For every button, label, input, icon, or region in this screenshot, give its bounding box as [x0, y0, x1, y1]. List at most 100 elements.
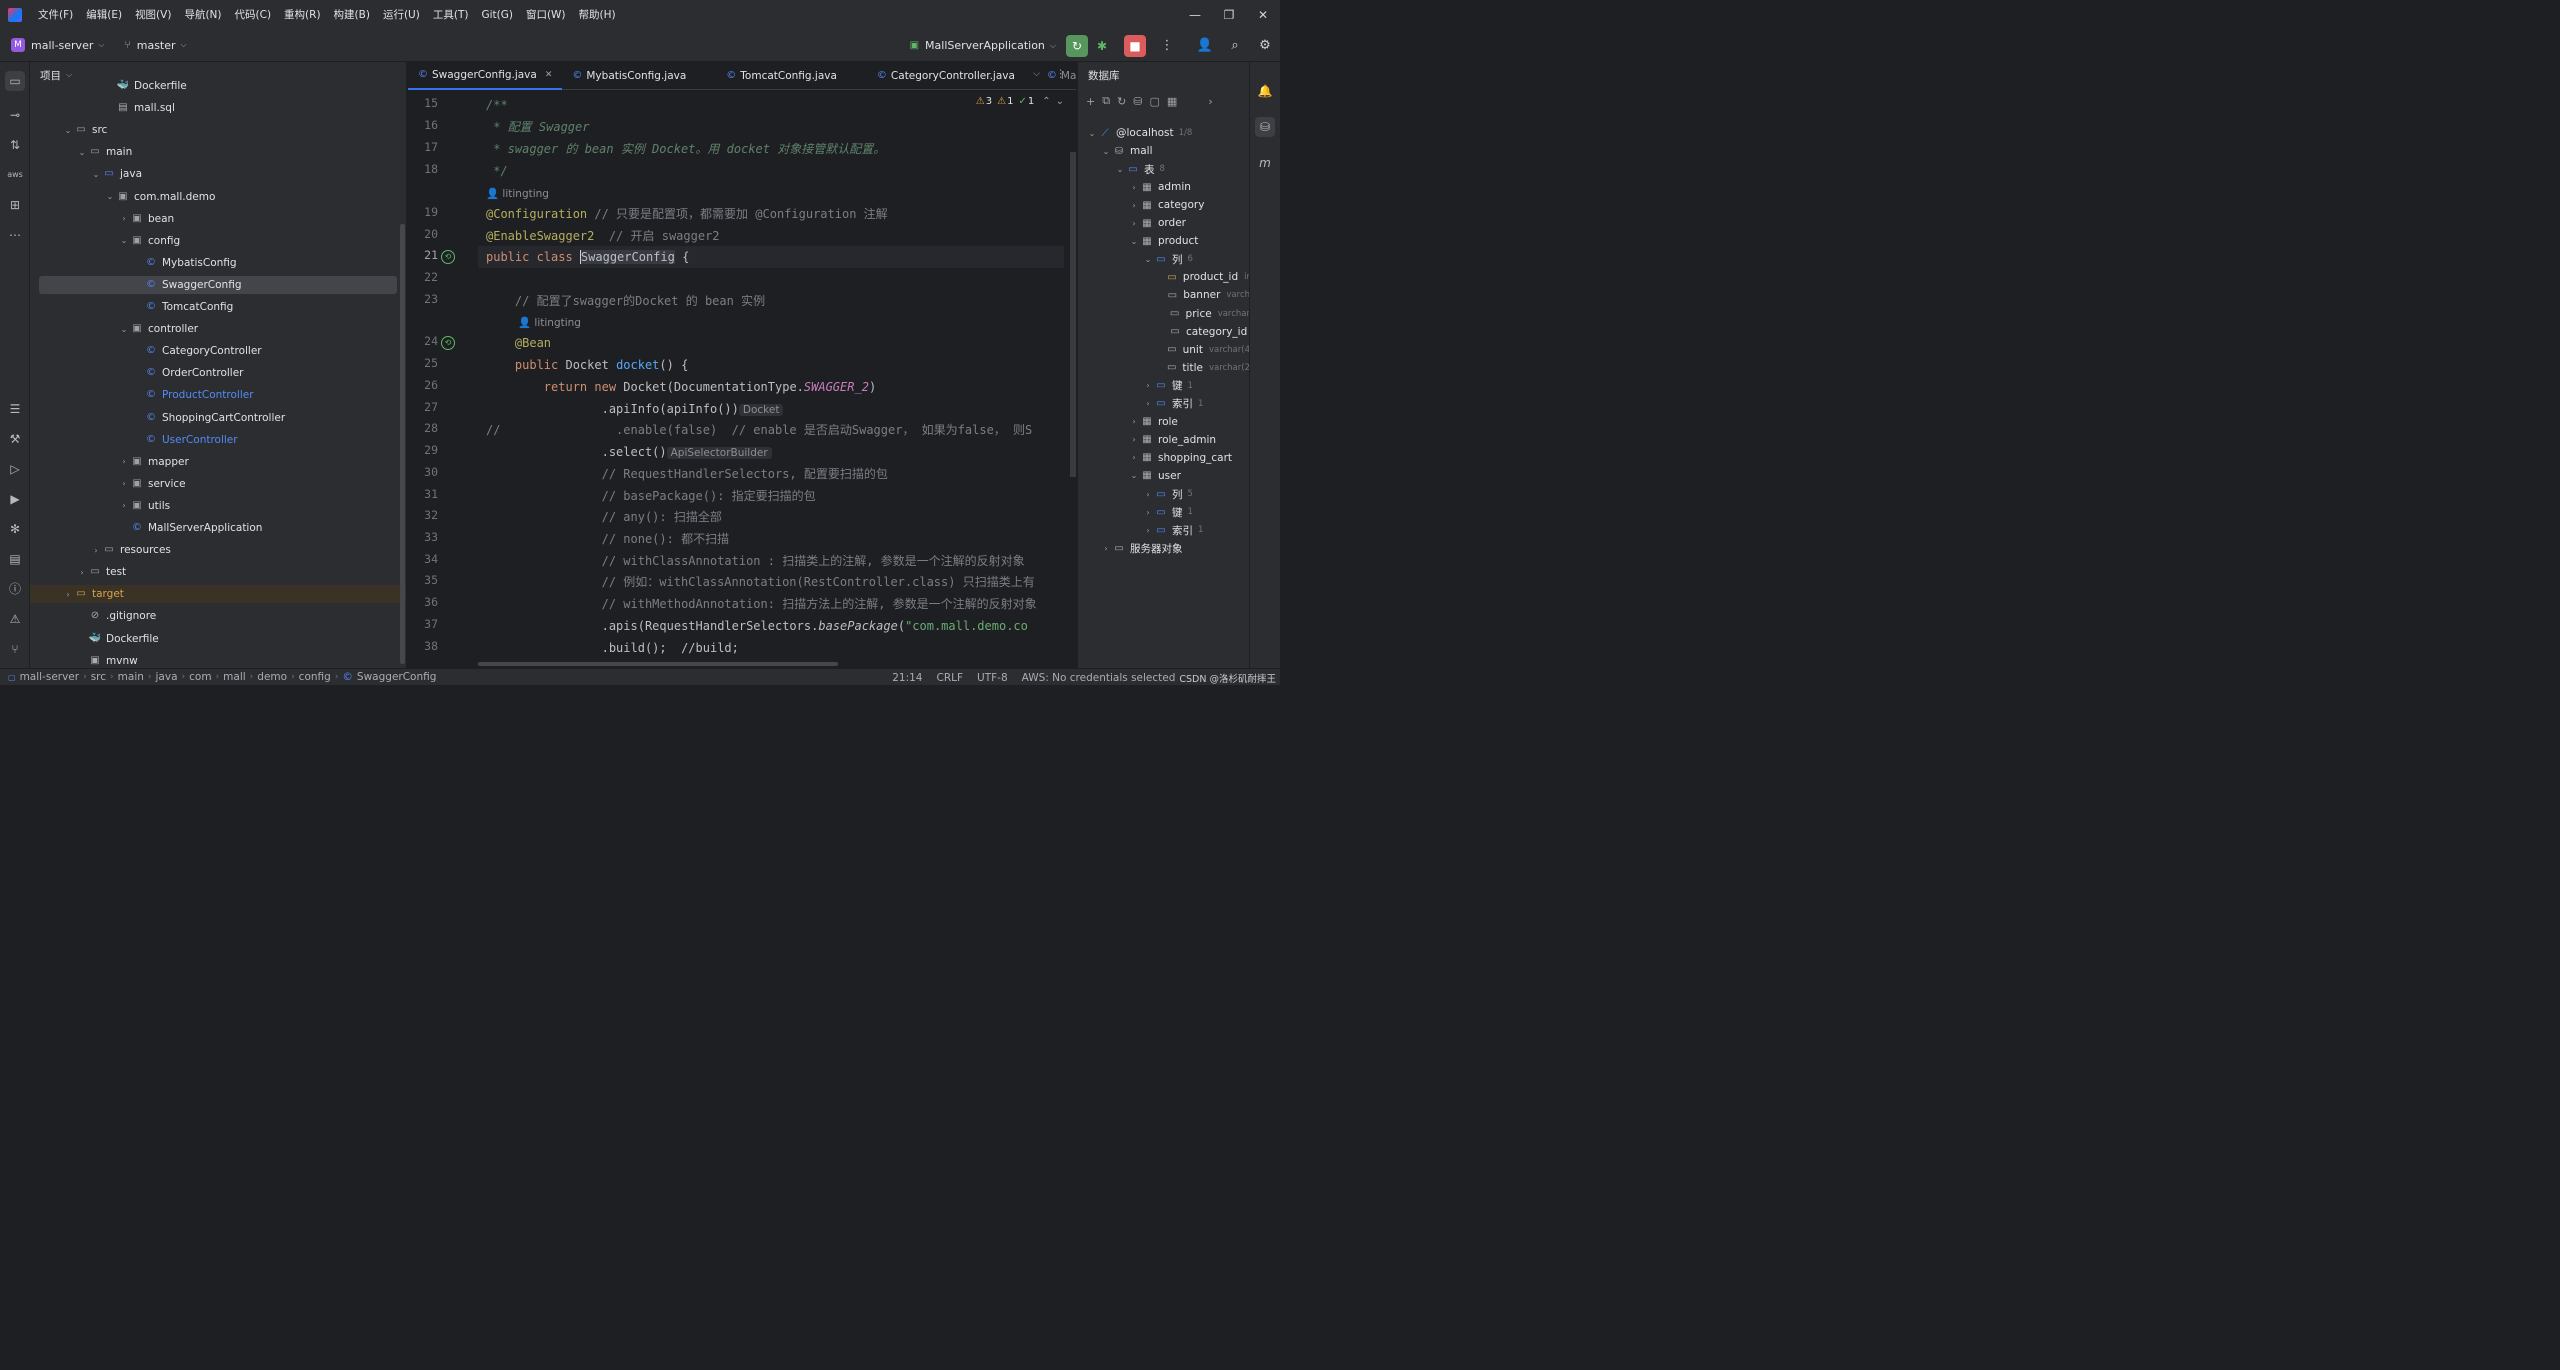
chevron-right-icon[interactable]: › [1142, 526, 1154, 535]
more-icon[interactable]: ⋮ [1152, 38, 1182, 53]
search-icon[interactable]: ⌕ [1220, 38, 1250, 53]
caret-position[interactable]: 21:14 [892, 672, 922, 684]
chevron-right-icon[interactable]: › [1142, 508, 1154, 517]
chevron-right-icon[interactable]: › [1128, 453, 1140, 462]
maven-icon[interactable]: m [1255, 153, 1275, 173]
add-user-icon[interactable]: 👤 [1190, 38, 1220, 53]
chevron-right-icon[interactable]: › [62, 590, 74, 599]
chevron-right-icon[interactable]: › [1128, 219, 1140, 228]
project-scrollbar[interactable] [400, 224, 405, 664]
menu-tools[interactable]: 工具(T) [433, 7, 469, 22]
tree-row-resources[interactable]: › ▭ resources [30, 541, 406, 559]
db-row-unit[interactable]: ▭ unit varchar(4 [1078, 341, 1249, 359]
run-config-selector[interactable]: MallServerApplication [925, 39, 1045, 52]
chevron-down-icon[interactable]: ⌄ [1086, 129, 1098, 138]
tree-row-dockerfile[interactable]: 🐳 Dockerfile [30, 77, 406, 95]
db-row--[interactable]: › ▭ 键 1 [1078, 377, 1249, 395]
problems-icon[interactable]: ⓘ [5, 579, 25, 599]
menu-edit[interactable]: 编辑(E) [86, 7, 122, 22]
db-row--[interactable]: › ▭ 键 1 [1078, 503, 1249, 521]
breadcrumb-item[interactable]: demo [257, 671, 287, 683]
breadcrumb-item[interactable]: SwaggerConfig [357, 671, 436, 683]
spring-bean-gutter-icon[interactable]: ⟲ [441, 250, 455, 264]
services-icon[interactable]: ▷ [5, 459, 25, 479]
menu-build[interactable]: 构建(B) [334, 7, 370, 22]
db-row-shopping-cart[interactable]: › ▦ shopping_cart [1078, 449, 1249, 467]
tabs-more-icon[interactable]: ⋮ [1056, 68, 1067, 80]
menu-git[interactable]: Git(G) [481, 9, 513, 21]
menu-view[interactable]: 视图(V) [135, 7, 171, 22]
warning-icon[interactable]: ⚠ [5, 609, 25, 629]
pull-request-icon[interactable]: ⇅ [5, 135, 25, 155]
db-row--[interactable]: › ▭ 列 5 [1078, 485, 1249, 503]
tree-row--gitignore[interactable]: ⊘ .gitignore [30, 607, 406, 625]
debug-icon[interactable]: ✱ [1094, 35, 1110, 57]
menu-run[interactable]: 运行(U) [383, 7, 420, 22]
chevron-down-icon[interactable]: ⌵ [181, 40, 187, 50]
chevron-down-icon[interactable]: ⌄ [1128, 471, 1140, 480]
tabs-dropdown-icon[interactable]: ⌵ [1033, 69, 1040, 79]
breadcrumb-item[interactable]: mall-server [20, 671, 80, 683]
db-row-admin[interactable]: › ▦ admin [1078, 178, 1249, 196]
chevron-down-icon[interactable]: ⌄ [1114, 165, 1126, 174]
db-row--[interactable]: › ▭ 服务器对象 [1078, 539, 1249, 557]
tab-swaggerconfig[interactable]: © SwaggerConfig.java ✕ [408, 62, 563, 90]
chevron-right-icon[interactable]: › [118, 479, 130, 488]
tree-row-mybatisconfig[interactable]: © MybatisConfig [30, 254, 406, 272]
stop-icon[interactable]: ▢ [1150, 95, 1160, 108]
chevron-right-icon[interactable]: › [1142, 490, 1154, 499]
tree-row-utils[interactable]: › ▣ utils [30, 497, 406, 515]
more-tools-icon[interactable]: ⋯ [5, 225, 25, 245]
rerun-button[interactable]: ↻ [1066, 34, 1088, 57]
db-row-@localhost[interactable]: ⌄ ⟋ @localhost 1/8 [1078, 124, 1249, 142]
db-row--[interactable]: › ▭ 索引 1 [1078, 521, 1249, 539]
tree-row-mvnw[interactable]: ▣ mvnw [30, 652, 406, 668]
tree-row-shoppingcartcontroller[interactable]: © ShoppingCartController [30, 409, 406, 427]
close-icon[interactable]: ✕ [1246, 8, 1280, 22]
tab-categorycontroller[interactable]: © CategoryController.java [867, 62, 1025, 90]
db-row-banner[interactable]: ▭ banner varch [1078, 286, 1249, 304]
chevron-down-icon[interactable]: ⌄ [90, 170, 102, 179]
db-row-product-id[interactable]: ▭ product_id ir [1078, 268, 1249, 286]
db-manage-icon[interactable]: ⛁ [1133, 95, 1142, 108]
project-folder-icon[interactable]: ▭ [5, 71, 25, 91]
db-row-order[interactable]: › ▦ order [1078, 214, 1249, 232]
chevron-right-icon[interactable]: › [118, 214, 130, 223]
db-row-role[interactable]: › ▦ role [1078, 413, 1249, 431]
db-row-title[interactable]: ▭ title varchar(2 [1078, 359, 1249, 377]
tree-row-test[interactable]: › ▭ test [30, 563, 406, 581]
aws-icon[interactable]: aws [5, 165, 25, 185]
branch-selector[interactable]: master [137, 39, 176, 52]
tab-tomcatconfig[interactable]: © TomcatConfig.java [716, 62, 847, 90]
breadcrumb-item[interactable]: com [189, 671, 211, 683]
tree-row-controller[interactable]: ⌄ ▣ controller [30, 320, 406, 338]
chevron-right-icon[interactable]: › [1142, 399, 1154, 408]
chevron-down-icon[interactable]: ⌄ [104, 192, 116, 201]
tree-row-bean[interactable]: › ▣ bean [30, 210, 406, 228]
close-tab-icon[interactable]: ✕ [545, 70, 553, 80]
db-row-category-id[interactable]: ▭ category_id [1078, 323, 1249, 341]
chevron-down-icon[interactable]: ⌵ [98, 40, 104, 50]
restore-icon[interactable]: ❐ [1212, 8, 1246, 22]
breadcrumb-item[interactable]: main [118, 671, 144, 683]
plugins-icon[interactable]: ✻ [5, 519, 25, 539]
db-row-price[interactable]: ▭ price varchar [1078, 305, 1249, 323]
chevron-right-icon[interactable]: › [1142, 381, 1154, 390]
author-hint[interactable]: 👤 litingting [486, 183, 549, 203]
db-row-mall[interactable]: ⌄ ⛁ mall [1078, 142, 1249, 160]
breadcrumb-item[interactable]: config [299, 671, 331, 683]
refresh-icon[interactable]: ↻ [1117, 95, 1126, 108]
chevron-down-icon[interactable]: ⌄ [118, 236, 130, 245]
chevron-down-icon[interactable]: ⌄ [118, 325, 130, 334]
build-hammer-icon[interactable]: ⚒ [5, 429, 25, 449]
chevron-down-icon[interactable]: ⌄ [1142, 255, 1154, 264]
tree-row-usercontroller[interactable]: © UserController [30, 431, 406, 449]
file-encoding[interactable]: UTF-8 [977, 672, 1008, 684]
db-row--[interactable]: ⌄ ▭ 表 8 [1078, 160, 1249, 178]
tree-row-src[interactable]: ⌄ ▭ src [30, 121, 406, 139]
tree-row-tomcatconfig[interactable]: © TomcatConfig [30, 298, 406, 316]
tree-row-main[interactable]: ⌄ ▭ main [30, 143, 406, 161]
add-icon[interactable]: + [1086, 95, 1095, 108]
line-separator[interactable]: CRLF [936, 672, 963, 684]
chevron-down-icon[interactable]: ⌵ [1050, 41, 1056, 51]
